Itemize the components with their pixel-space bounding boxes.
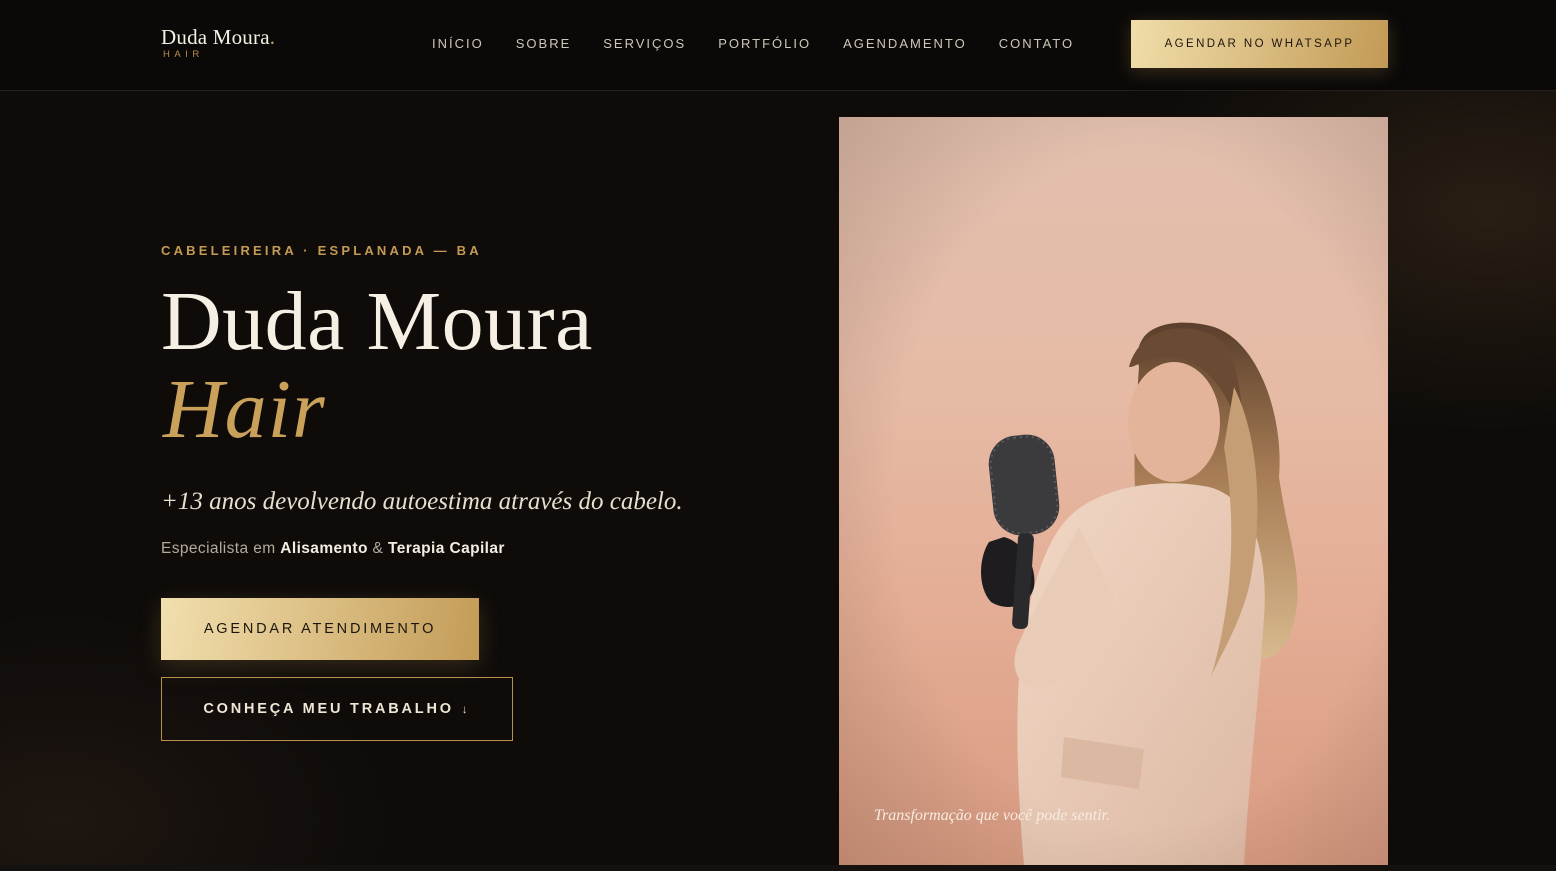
specialties-prefix: Especialista em (161, 540, 281, 557)
nav-item-agendamento[interactable]: AGENDAMENTO (843, 36, 967, 52)
hero-title: Duda Moura (161, 275, 593, 368)
see-my-work-button[interactable]: CONHEÇA MEU TRABALHO ↓ (161, 677, 513, 741)
logo-name-text: Duda Moura (161, 25, 270, 49)
nav-item-servicos[interactable]: SERVIÇOS (603, 36, 686, 52)
logo[interactable]: Duda Moura. HAIR (161, 25, 275, 61)
hero-title-accent: Hair (163, 363, 326, 456)
whatsapp-booking-button[interactable]: AGENDAR NO WHATSAPP (1131, 20, 1388, 68)
hero-tagline: +13 anos devolvendo autoestima através d… (161, 488, 683, 515)
logo-dot: . (269, 25, 276, 49)
nav-item-portfolio[interactable]: PORTFÓLIO (718, 36, 811, 52)
next-section-edge (0, 865, 1556, 871)
page: Duda Moura. HAIR INÍCIO SOBRE SERVIÇOS P… (0, 0, 1556, 871)
book-appointment-button[interactable]: AGENDAR ATENDIMENTO (161, 598, 479, 660)
hairdresser-portrait-illustration (839, 117, 1388, 865)
specialties-ampersand: & (367, 540, 388, 557)
nav-item-inicio[interactable]: INÍCIO (432, 36, 484, 52)
see-my-work-label: CONHEÇA MEU TRABALHO (203, 701, 454, 717)
photo-caption: Transformação que você pode sentir. (874, 807, 1110, 824)
nav-item-sobre[interactable]: SOBRE (516, 36, 572, 52)
arrow-down-icon: ↓ (461, 702, 471, 716)
specialty-terapia-capilar: Terapia Capilar (387, 540, 505, 557)
logo-name: Duda Moura. (161, 25, 275, 49)
specialty-alisamento: Alisamento (280, 540, 368, 557)
nav-item-contato[interactable]: CONTATO (999, 36, 1074, 52)
logo-subtitle: HAIR (163, 49, 204, 60)
main-nav: INÍCIO SOBRE SERVIÇOS PORTFÓLIO AGENDAME… (432, 36, 1106, 52)
hero-photo: Transformação que você pode sentir. (839, 117, 1388, 865)
hero-eyebrow: CABELEIREIRA · ESPLANADA — BA (161, 243, 482, 258)
site-header: Duda Moura. HAIR INÍCIO SOBRE SERVIÇOS P… (0, 0, 1556, 91)
hero-specialties: Especialista em Alisamento & Terapia Cap… (161, 539, 505, 559)
